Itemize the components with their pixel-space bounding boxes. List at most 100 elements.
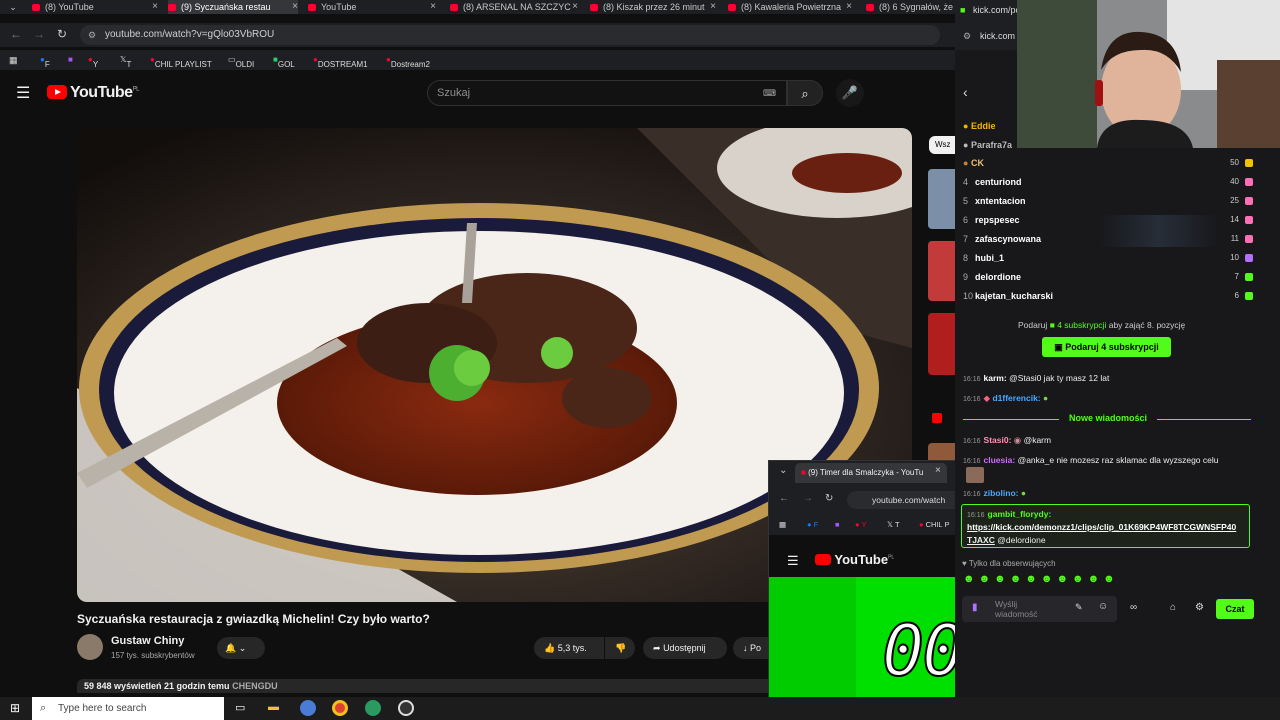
share-button[interactable]: ➦ Udostępnij: [643, 637, 727, 659]
bookmark-twitch-icon[interactable]: ■: [68, 55, 73, 64]
msg-user[interactable]: gambit_florydy:: [988, 509, 1052, 519]
search-button[interactable]: ⌕: [787, 80, 823, 106]
search-input[interactable]: Szukaj ⌨: [427, 80, 787, 106]
tab-close-icon[interactable]: ×: [846, 0, 852, 14]
bookmark-y[interactable]: ● Y: [88, 55, 98, 69]
tab-close-icon[interactable]: ×: [710, 0, 716, 14]
app-taskbar-icon[interactable]: [365, 700, 381, 716]
taskbar-search-input[interactable]: ⌕ Type here to search: [32, 697, 224, 720]
tab-close-icon[interactable]: ×: [292, 0, 298, 14]
pip-forward-arrow-icon[interactable]: →: [803, 493, 813, 504]
forward-arrow-icon[interactable]: →: [33, 27, 45, 41]
bookmark-gol[interactable]: ■ GOL: [273, 55, 295, 69]
bookmark-dostream1[interactable]: ● DOSTREAM1: [313, 55, 368, 69]
chat-input[interactable]: ▮ Wyślij wiadomość ✎ ☺: [962, 596, 1117, 622]
leaderboard-row[interactable]: 4 centuriond 40: [963, 174, 1253, 190]
bookmark-chil-playlist[interactable]: ● CHIL PLAYLIST: [150, 55, 212, 69]
pip-reload-icon[interactable]: ↻: [825, 493, 833, 504]
site-info-icon[interactable]: ⚙: [963, 31, 971, 42]
msg-user[interactable]: cluesia:: [984, 455, 1016, 465]
pip-apps-grid-icon[interactable]: ▦: [779, 520, 786, 529]
leaderboard-row[interactable]: 5 xntentacion 25: [963, 193, 1253, 209]
leaderboard-row[interactable]: 9 delordione 7: [963, 269, 1253, 285]
kick-tab-label[interactable]: kick.com/po: [973, 5, 1021, 15]
tab-list-chevron-icon[interactable]: ⌄: [4, 0, 22, 14]
tab-close-icon[interactable]: ×: [572, 0, 578, 14]
leaderboard-row[interactable]: 8 hubi_1 10: [963, 250, 1253, 266]
rec-thumbnail[interactable]: [928, 169, 955, 229]
chrome-taskbar-icon[interactable]: [332, 700, 348, 716]
filter-chip-all[interactable]: Wsz: [929, 136, 955, 154]
msg-user[interactable]: zibolino:: [984, 488, 1019, 498]
notifications-button[interactable]: 🔔 ⌄: [217, 637, 265, 659]
tab-1[interactable]: (8) YouTube ×: [32, 0, 158, 14]
bookmark-t[interactable]: 𝕏 T: [120, 55, 131, 69]
rec-thumbnail[interactable]: [928, 313, 955, 375]
keyboard-icon[interactable]: ⌨: [763, 81, 776, 105]
highlighted-message[interactable]: 16:16 gambit_florydy: https://kick.com/de…: [961, 504, 1250, 548]
leader-row-3[interactable]: ● CK 50: [963, 155, 1253, 171]
app-taskbar-icon[interactable]: [300, 700, 316, 716]
windows-start-icon[interactable]: ⊞: [10, 701, 20, 715]
chat-message[interactable]: 16:16 karm: @Stasi0 jak ty masz 12 lat: [963, 372, 1248, 386]
bookmark-f[interactable]: ● F: [40, 55, 50, 69]
pip-back-arrow-icon[interactable]: ←: [779, 493, 789, 504]
send-chat-button[interactable]: Czat: [1216, 599, 1254, 619]
tab-2-active[interactable]: (9) Syczuańska restau ×: [168, 0, 298, 14]
bookmark-oldi[interactable]: ▭ OLDI: [228, 55, 254, 69]
pip-tab-close-icon[interactable]: ×: [935, 465, 941, 476]
pip-bookmark-f-icon[interactable]: ● F: [807, 520, 818, 529]
rec-thumbnail[interactable]: [928, 241, 955, 301]
like-button[interactable]: 👍 5,3 tys.: [534, 637, 604, 659]
task-view-icon[interactable]: ▭: [235, 701, 245, 714]
pip-bookmark-chil[interactable]: ● CHIL P: [919, 520, 950, 529]
chat-message[interactable]: 16:16 cluesia: @anka_e nie mozesz raz skl…: [963, 454, 1248, 468]
tab-3[interactable]: YouTube ×: [308, 0, 436, 14]
pip-tab[interactable]: ■ (9) Timer dla Smalczyka - YouTu: [795, 463, 947, 483]
file-explorer-icon[interactable]: ▬: [268, 701, 279, 713]
channel-avatar[interactable]: [77, 634, 103, 660]
youtube-logo[interactable]: YouTubePL: [47, 84, 139, 102]
tab-4[interactable]: (8) ARSENAL NA SZCZYC ×: [450, 0, 578, 14]
bookmark-dostream2[interactable]: ● Dostream2: [386, 55, 430, 69]
tab-close-icon[interactable]: ×: [152, 0, 158, 14]
settings-gear-icon[interactable]: ⚙: [1195, 602, 1204, 613]
pip-youtube-logo[interactable]: YouTubePL: [815, 552, 894, 567]
gift-subs-button[interactable]: ▣ Podaruj 4 subskrypcji: [1042, 337, 1171, 357]
store-icon[interactable]: ⌂: [1170, 602, 1176, 613]
app-taskbar-icon[interactable]: [398, 700, 414, 716]
msg-user[interactable]: d1fferencik:: [992, 393, 1040, 403]
msg-user[interactable]: Stasi0:: [984, 435, 1012, 445]
emote-icon[interactable]: ☻☻☻☻☻☻☻☻☻☻: [963, 573, 1119, 585]
download-button[interactable]: ↓ Po: [733, 637, 768, 659]
hamburger-menu-icon[interactable]: ☰: [16, 83, 30, 103]
leaderboard-row[interactable]: 10 kajetan_kucharski 6: [963, 288, 1253, 304]
chat-message[interactable]: 16:16 ◆ d1fferencik: ●: [963, 392, 1248, 406]
voice-search-button[interactable]: 🎤: [836, 79, 864, 107]
channel-name[interactable]: Gustaw Chiny: [111, 635, 184, 647]
dislike-button[interactable]: 👎: [605, 637, 635, 659]
tab-5[interactable]: (8) Kiszak przez 26 minut ×: [590, 0, 716, 14]
tab-7[interactable]: (8) 6 Sygnałów, że O: [866, 0, 955, 14]
msg-user[interactable]: karm:: [984, 373, 1007, 383]
back-arrow-icon[interactable]: ←: [10, 27, 22, 41]
emote-bar[interactable]: ☻☻☻☻☻☻☻☻☻☻: [963, 573, 1153, 587]
chat-message[interactable]: 16:16 Stasi0: ◉ @karm: [963, 434, 1248, 448]
chat-back-chevron-icon[interactable]: ‹: [963, 84, 968, 100]
emoji-icon[interactable]: ☺: [1098, 601, 1108, 612]
url-field[interactable]: ⚙ youtube.com/watch?v=gQlo03VbROU: [80, 25, 940, 45]
tab-6[interactable]: (8) Kawaleria Powietrzna ×: [728, 0, 852, 14]
site-info-icon[interactable]: ⚙: [88, 25, 96, 45]
pip-bookmark-y-icon[interactable]: ● Y: [855, 520, 866, 529]
translate-icon[interactable]: ✎: [1075, 602, 1083, 613]
pip-hamburger-menu-icon[interactable]: ☰: [787, 553, 799, 569]
emote-picker-icon[interactable]: ∞: [1130, 602, 1137, 613]
video-description-box[interactable]: 59 848 wyświetleń 21 godzin temu CHENGDU: [77, 679, 777, 693]
pip-bookmark-x-icon[interactable]: 𝕏 T: [887, 520, 900, 529]
tab-close-icon[interactable]: ×: [430, 0, 436, 14]
apps-grid-icon[interactable]: ▦: [9, 55, 18, 66]
pip-tab-list-chevron-icon[interactable]: ⌄: [779, 465, 787, 476]
pip-bookmark-twitch-icon[interactable]: ■: [835, 520, 840, 529]
reload-icon[interactable]: ↻: [57, 27, 67, 41]
clip-link-tail[interactable]: TJAXC: [967, 535, 995, 545]
